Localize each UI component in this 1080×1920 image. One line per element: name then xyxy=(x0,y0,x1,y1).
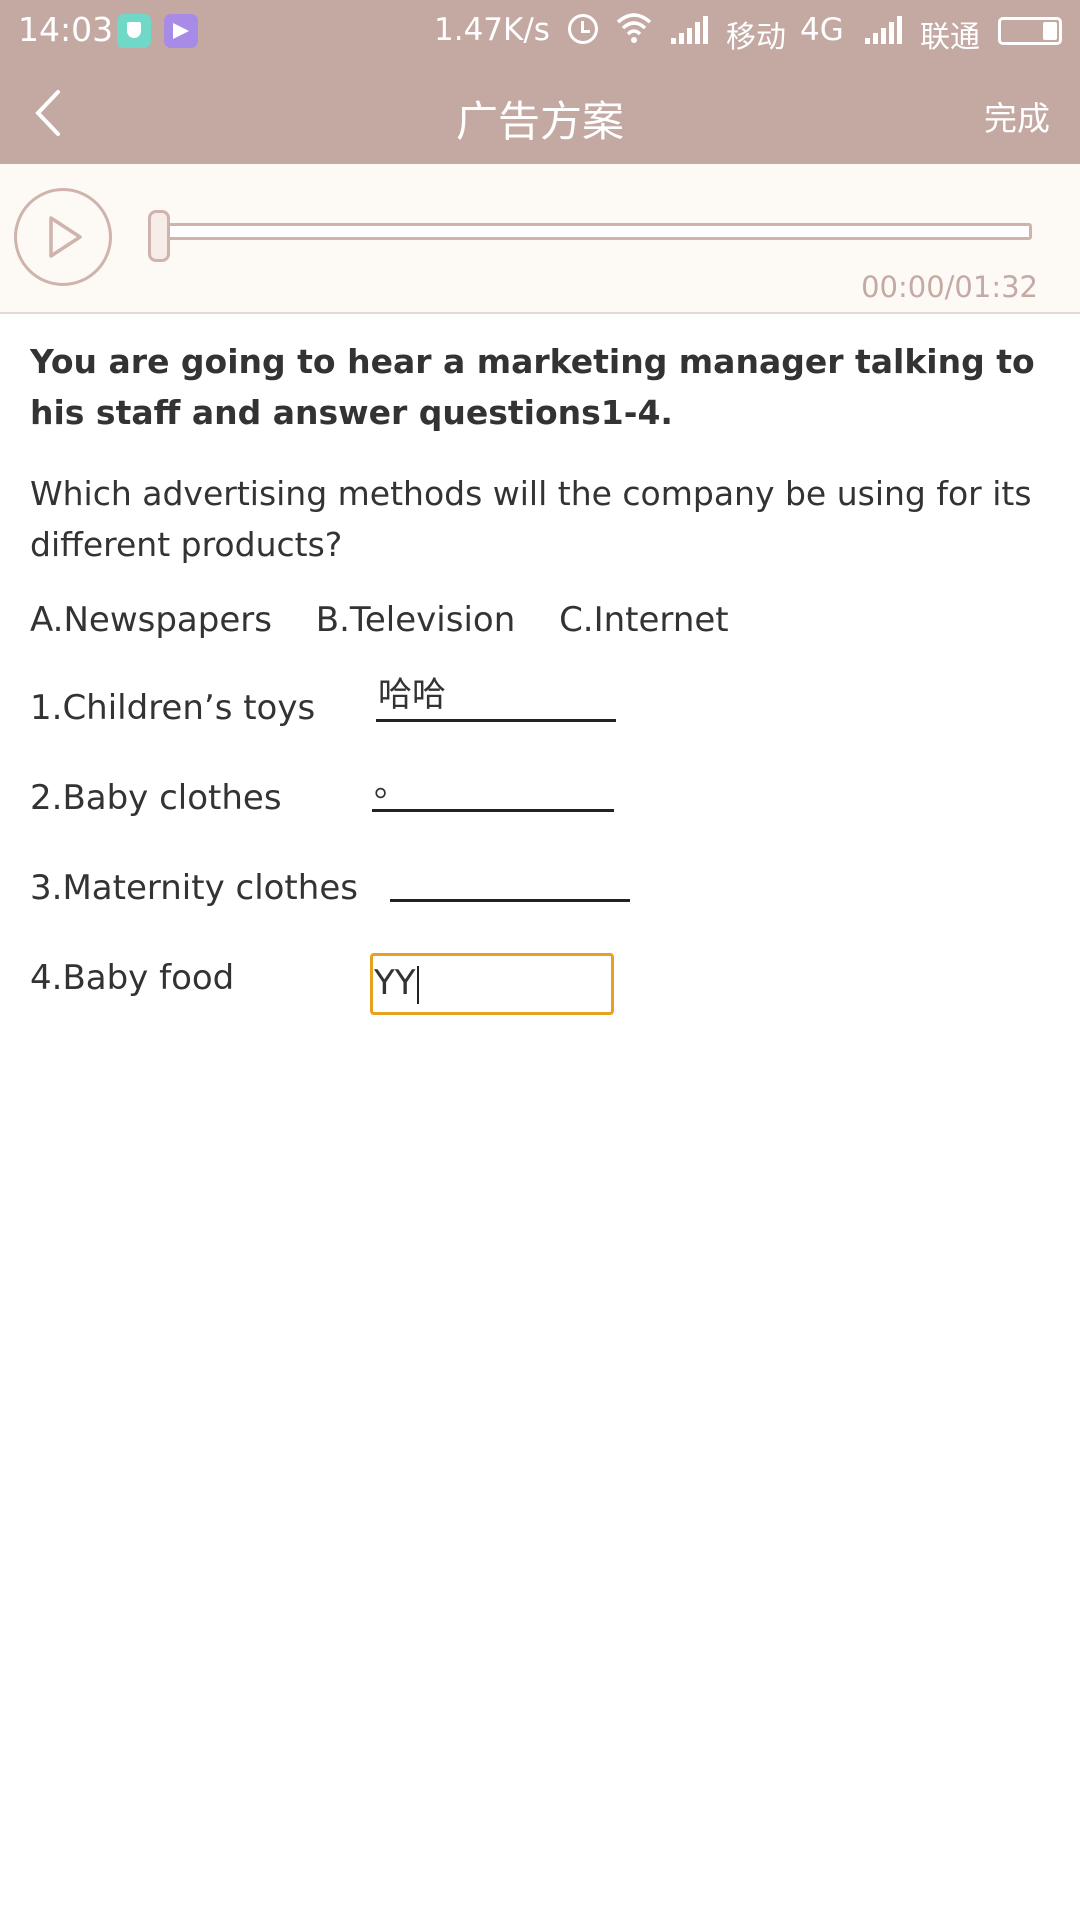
shield-badge-icon xyxy=(117,14,151,48)
option-c: C.Internet xyxy=(559,600,729,640)
play-icon xyxy=(49,216,82,258)
plane-badge-icon xyxy=(164,14,198,48)
time-readout: 00:00/01:32 xyxy=(861,270,1038,304)
wifi-icon xyxy=(616,13,652,43)
alarm-icon xyxy=(568,14,598,44)
instruction-text: You are going to hear a marketing manage… xyxy=(30,342,1035,432)
progress-track[interactable] xyxy=(152,223,1032,240)
exercise-content: You are going to hear a marketing manage… xyxy=(30,336,1050,1015)
carrier-name: 联通 xyxy=(920,20,980,55)
status-bar: 14:03 1.47K/s 移动 4G 联通 xyxy=(0,0,1080,62)
text-caret xyxy=(416,965,419,1004)
audio-player: 00:00/01:32 xyxy=(0,164,1080,314)
status-time: 14:03 xyxy=(18,10,114,49)
answer-input-2[interactable]: 。 xyxy=(372,762,614,812)
answer-input-3[interactable] xyxy=(390,852,630,902)
question-item-label: 3.Maternity clothes xyxy=(30,868,358,908)
page-title: 广告方案 xyxy=(455,97,624,146)
answer-text: YY xyxy=(374,963,416,1003)
question-item-label: 1.Children’s toys xyxy=(30,688,316,728)
answer-input-1[interactable]: 哈哈 xyxy=(376,672,616,722)
answer-input-4[interactable]: YY xyxy=(370,953,614,1015)
signal-icon xyxy=(865,16,902,44)
play-button[interactable] xyxy=(14,188,112,286)
option-b: B.Television xyxy=(315,600,516,640)
done-button[interactable]: 完成 xyxy=(984,92,1050,140)
title-bar: 广告方案 完成 xyxy=(0,62,1080,164)
question-item-label: 2.Baby clothes xyxy=(30,778,282,818)
option-a: A.Newspapers xyxy=(30,600,272,640)
question-text: Which advertising methods will the compa… xyxy=(30,474,1032,564)
signal-icon xyxy=(671,16,708,44)
carrier-name: 移动 xyxy=(726,20,786,55)
battery-icon xyxy=(998,17,1062,45)
option-list: A.Newspapers B.Television C.Internet xyxy=(30,600,762,640)
network-type: 4G xyxy=(800,12,844,48)
progress-handle[interactable] xyxy=(148,210,170,262)
net-speed: 1.47K/s xyxy=(434,12,550,48)
question-item-label: 4.Baby food xyxy=(30,958,235,998)
